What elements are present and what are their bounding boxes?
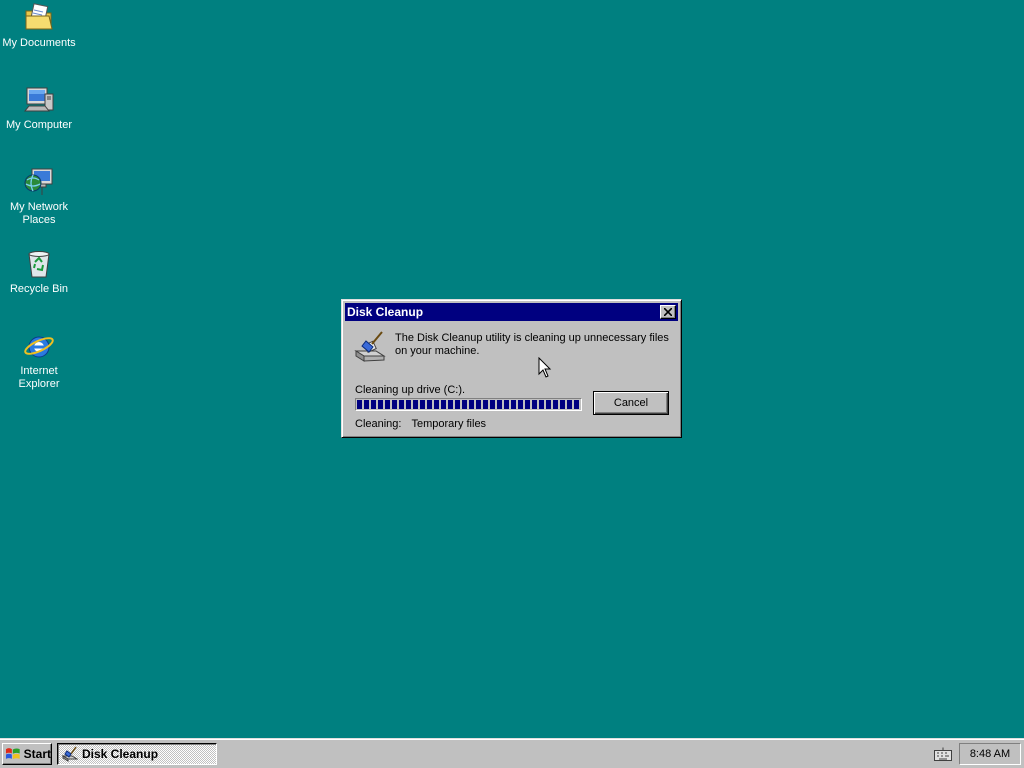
close-icon: [664, 308, 672, 316]
disk-cleanup-icon: [354, 331, 386, 362]
cleaning-label: Cleaning:: [355, 418, 402, 430]
dialog-titlebar[interactable]: Disk Cleanup: [345, 303, 678, 321]
keyboard-icon[interactable]: [934, 747, 952, 761]
cancel-button[interactable]: Cancel: [593, 391, 669, 415]
desktop-icon-internet-explorer[interactable]: Internet Explorer: [1, 330, 77, 391]
cleaning-value: Temporary files: [411, 418, 487, 430]
recycle-bin-icon: [28, 251, 50, 278]
desktop[interactable]: My Documents My Computer My Network Plac…: [0, 0, 1024, 738]
desktop-icon-label: Internet Explorer: [18, 365, 60, 390]
internet-explorer-icon: [24, 336, 54, 358]
taskbar: Start Disk Cleanup 8:48 AM: [0, 738, 1024, 768]
disk-cleanup-dialog: Disk Cleanup The Disk Cleanup utility is…: [341, 299, 682, 438]
my-documents-icon: [25, 3, 53, 30]
drive-label: Cleaning up drive (C:).: [355, 384, 466, 396]
desktop-icon-my-computer[interactable]: My Computer: [1, 84, 77, 132]
windows-logo-icon: [5, 748, 20, 760]
start-label: Start: [23, 747, 51, 761]
taskbar-button-label: Disk Cleanup: [82, 747, 159, 761]
desktop-icon-recycle-bin[interactable]: Recycle Bin: [1, 248, 77, 296]
desktop-icon-label: My Network Places: [9, 201, 69, 226]
mouse-cursor-icon: [538, 357, 552, 378]
dialog-title: Disk Cleanup: [347, 305, 424, 319]
desktop-icon-label: Recycle Bin: [9, 283, 69, 295]
taskbar-clock[interactable]: 8:48 AM: [959, 743, 1021, 765]
my-computer-icon: [23, 87, 54, 112]
my-network-places-icon: [24, 168, 53, 195]
progress-bar: [355, 398, 582, 411]
desktop-icon-my-documents[interactable]: My Documents: [1, 2, 77, 50]
start-button[interactable]: Start: [2, 743, 52, 765]
cleaning-status: Cleaning: Temporary files: [355, 418, 486, 430]
progress-fill: [357, 400, 580, 409]
desktop-icon-my-network-places[interactable]: My Network Places: [1, 166, 77, 227]
taskbar-button-disk-cleanup[interactable]: Disk Cleanup: [57, 743, 217, 765]
disk-cleanup-icon: [62, 746, 78, 762]
desktop-icon-label: My Computer: [5, 119, 73, 131]
close-button[interactable]: [660, 305, 676, 319]
desktop-icon-label: My Documents: [2, 37, 76, 49]
dialog-message: The Disk Cleanup utility is cleaning up …: [395, 332, 669, 357]
